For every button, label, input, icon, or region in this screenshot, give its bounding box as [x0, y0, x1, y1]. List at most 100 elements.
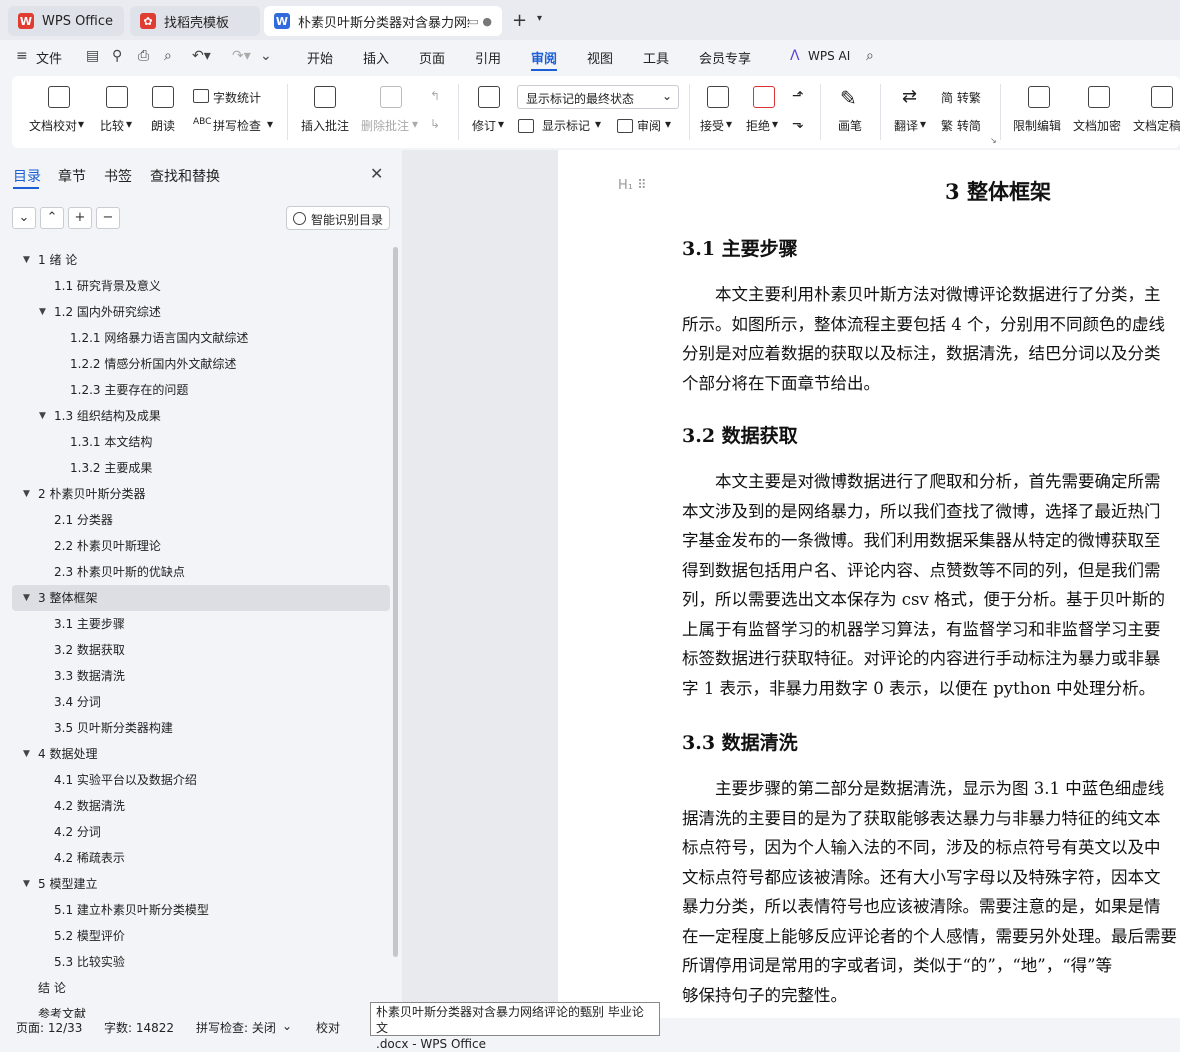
toc-item[interactable]: 结 论: [12, 975, 390, 1001]
review-pane-button[interactable]: 审阅: [637, 117, 661, 134]
toc-item[interactable]: 3.4 分词: [12, 689, 390, 715]
remove-heading-button[interactable]: −: [96, 207, 120, 229]
accept-button[interactable]: 接受: [700, 117, 724, 134]
delete-comment-dropdown-icon[interactable]: ▾: [412, 117, 418, 131]
delete-comment-button[interactable]: 删除批注: [361, 117, 409, 134]
show-markup-button[interactable]: 显示标记: [542, 117, 590, 134]
reject-button[interactable]: 拒绝: [746, 117, 770, 134]
toc-item[interactable]: 2.3 朴素贝叶斯的优缺点: [12, 559, 390, 585]
prev-comment-icon[interactable]: ↰: [430, 89, 440, 103]
next-change-icon[interactable]: ⬎: [792, 116, 804, 132]
collapse-all-button[interactable]: ⌄: [12, 207, 36, 229]
chevron-down-icon[interactable]: ▾: [537, 13, 542, 24]
undo-icon[interactable]: ↶▾: [192, 48, 211, 64]
menu-review[interactable]: 审阅: [531, 48, 557, 67]
toc-item[interactable]: 4.2 分词: [12, 819, 390, 845]
tab-find-replace[interactable]: 查找和替换: [150, 166, 220, 186]
menu-tools[interactable]: 工具: [643, 48, 669, 67]
redo-icon[interactable]: ↷▾: [232, 48, 251, 64]
menu-member[interactable]: 会员专享: [699, 48, 751, 67]
toc-item[interactable]: 4.2 数据清洗: [12, 793, 390, 819]
toc-item[interactable]: 4.1 实验平台以及数据介绍: [12, 767, 390, 793]
menu-start[interactable]: 开始: [307, 48, 333, 67]
to-traditional-button[interactable]: 简 转繁: [941, 89, 981, 106]
revise-button[interactable]: 修订: [472, 117, 496, 134]
toc-item[interactable]: 1.1 研究背景及意义: [12, 273, 390, 299]
toc-item[interactable]: ▼4 数据处理: [12, 741, 390, 767]
prev-change-icon[interactable]: ⬏: [792, 88, 804, 104]
tab-toc[interactable]: 目录: [13, 166, 41, 186]
toc-item[interactable]: 3.5 贝叶斯分类器构建: [12, 715, 390, 741]
menu-view[interactable]: 视图: [587, 48, 613, 67]
expand-arrow-icon[interactable]: ▼: [23, 585, 30, 611]
expand-arrow-icon[interactable]: ▼: [23, 247, 30, 273]
toc-item[interactable]: ▼1 绪 论: [12, 247, 390, 273]
toc-item[interactable]: ▼1.3 组织结构及成果: [12, 403, 390, 429]
status-word-count[interactable]: 字数: 14822: [104, 1019, 174, 1036]
expand-up-button[interactable]: ⌃: [40, 207, 64, 229]
compare-button[interactable]: 比较: [100, 117, 124, 134]
tab-bookmarks[interactable]: 书签: [104, 166, 132, 186]
reject-dropdown-icon[interactable]: ▾: [772, 117, 778, 131]
show-markup-dropdown-icon[interactable]: ▾: [595, 117, 601, 131]
status-page[interactable]: 页面: 12/33: [16, 1019, 82, 1036]
toc-item[interactable]: 2.1 分类器: [12, 507, 390, 533]
toc-item[interactable]: ▼1.2 国内外研究综述: [12, 299, 390, 325]
expand-arrow-icon[interactable]: ▼: [39, 299, 46, 325]
next-comment-icon[interactable]: ↳: [430, 117, 440, 131]
tab-template[interactable]: ✿ 找稻壳模板: [130, 6, 260, 36]
toc-item[interactable]: 5.2 模型评价: [12, 923, 390, 949]
toc-item[interactable]: 1.2.1 网络暴力语言国内文献综述: [12, 325, 390, 351]
heading-drag-handle-icon[interactable]: H₁ ⠿: [618, 178, 647, 193]
encrypt-button[interactable]: 文档加密: [1073, 117, 1121, 134]
expand-arrow-icon[interactable]: ▼: [23, 871, 30, 897]
chevron-down-icon[interactable]: ⌄: [282, 1019, 292, 1033]
status-proof[interactable]: 校对: [316, 1019, 340, 1036]
document-content[interactable]: 3 整体框架 3.1 主要步骤 本文主要利用朴素贝叶斯方法对微博评论数据进行了分…: [682, 150, 1180, 1018]
accept-dropdown-icon[interactable]: ▾: [726, 117, 732, 131]
expand-group-icon[interactable]: ↘: [990, 136, 997, 145]
expand-arrow-icon[interactable]: ▼: [39, 403, 46, 429]
finalize-button[interactable]: 文档定稿: [1133, 117, 1180, 134]
toc-item[interactable]: 5.3 比较实验: [12, 949, 390, 975]
save-icon[interactable]: ▤: [86, 48, 99, 64]
toc-item[interactable]: 3.1 主要步骤: [12, 611, 390, 637]
add-heading-button[interactable]: +: [68, 207, 92, 229]
toc-item[interactable]: 4.2 稀疏表示: [12, 845, 390, 871]
share-icon[interactable]: ⚲: [112, 48, 122, 64]
print-icon[interactable]: ⎙: [138, 48, 149, 64]
toc-item[interactable]: 2.2 朴素贝叶斯理论: [12, 533, 390, 559]
compare-dropdown-icon[interactable]: ▾: [126, 117, 132, 131]
toc-item[interactable]: 1.2.3 主要存在的问题: [12, 377, 390, 403]
toc-item[interactable]: 1.3.2 主要成果: [12, 455, 390, 481]
menu-reference[interactable]: 引用: [475, 48, 501, 67]
toc-item[interactable]: 3.3 数据清洗: [12, 663, 390, 689]
restrict-edit-button[interactable]: 限制编辑: [1013, 117, 1061, 134]
tab-wps-office[interactable]: W WPS Office: [8, 6, 124, 36]
translate-button[interactable]: 翻译: [894, 117, 918, 134]
toc-item[interactable]: 5.1 建立朴素贝叶斯分类模型: [12, 897, 390, 923]
toc-item[interactable]: 1.3.1 本文结构: [12, 429, 390, 455]
revise-dropdown-icon[interactable]: ▾: [498, 117, 504, 131]
menu-insert[interactable]: 插入: [363, 48, 389, 67]
review-pane-dropdown-icon[interactable]: ▾: [665, 117, 671, 131]
status-spell-check[interactable]: 拼写检查: 关闭: [196, 1019, 276, 1036]
toc-item[interactable]: ▼5 模型建立: [12, 871, 390, 897]
toc-item[interactable]: 3.2 数据获取: [12, 637, 390, 663]
toc-scrollbar[interactable]: [393, 247, 398, 957]
to-simplified-button[interactable]: 繁 转简: [941, 117, 981, 134]
toc-item[interactable]: ▼3 整体框架: [12, 585, 390, 611]
pen-button[interactable]: 画笔: [838, 117, 862, 134]
tab-sections[interactable]: 章节: [58, 166, 86, 186]
read-aloud-button[interactable]: 朗读: [151, 117, 175, 134]
tab-document[interactable]: W 朴素贝叶斯分类器对含暴力网络 ▭ ●: [264, 6, 502, 36]
proofread-button[interactable]: 文档校对: [29, 117, 77, 134]
spell-check-button[interactable]: 拼写检查: [213, 117, 261, 134]
toc-item[interactable]: ▼2 朴素贝叶斯分类器: [12, 481, 390, 507]
spell-check-dropdown-icon[interactable]: ▾: [267, 117, 273, 131]
new-tab-icon[interactable]: +: [512, 10, 527, 31]
close-icon[interactable]: ✕: [370, 164, 383, 183]
smart-toc-button[interactable]: 智能识别目录: [286, 206, 390, 230]
proofread-dropdown-icon[interactable]: ▾: [78, 117, 84, 131]
menu-page[interactable]: 页面: [419, 48, 445, 67]
